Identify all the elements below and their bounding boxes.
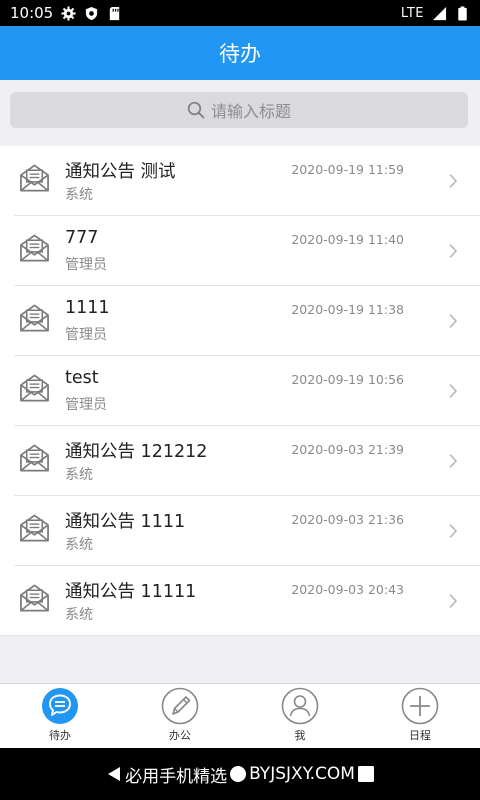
item-title: 通知公告 11111	[65, 582, 197, 602]
chevron-right-icon	[449, 173, 458, 189]
item-sender: 系统	[65, 607, 93, 623]
status-time: 10:05	[10, 4, 54, 22]
chevron-right-icon	[449, 453, 458, 469]
shield-icon	[86, 6, 98, 20]
item-title: test	[65, 368, 99, 388]
search-input[interactable]: 请输入标题	[10, 92, 468, 128]
item-sender: 系统	[65, 537, 93, 553]
watermark-text: 必用手机精选	[125, 766, 228, 787]
chevron-right-icon	[449, 313, 458, 329]
envelope-icon	[20, 374, 49, 402]
item-date: 2020-09-03 20:43	[291, 582, 404, 597]
plus-icon	[401, 687, 439, 725]
item-title: 通知公告 测试	[65, 162, 176, 182]
item-date: 2020-09-03 21:36	[291, 512, 404, 527]
search-icon	[187, 101, 205, 119]
tab-office[interactable]: 办公	[120, 684, 240, 748]
chevron-right-icon	[449, 523, 458, 539]
todo-list: 通知公告 测试 系统 2020-09-19 11:59 777 管理员 2020…	[0, 146, 480, 636]
envelope-icon	[20, 444, 49, 472]
list-item[interactable]: 通知公告 测试 系统 2020-09-19 11:59	[0, 146, 480, 216]
tab-schedule[interactable]: 日程	[360, 684, 480, 748]
item-title: 1111	[65, 298, 110, 318]
search-placeholder: 请输入标题	[210, 102, 291, 121]
item-date: 2020-09-19 11:40	[291, 232, 404, 247]
recents-icon[interactable]	[357, 765, 375, 783]
status-bar: 10:05 LTE	[0, 0, 480, 26]
list-item[interactable]: 通知公告 11111 系统 2020-09-03 20:43	[0, 566, 480, 636]
item-title: 通知公告 121212	[65, 442, 208, 462]
list-item[interactable]: 1111 管理员 2020-09-19 11:38	[0, 286, 480, 356]
envelope-icon	[20, 514, 49, 542]
list-item[interactable]: 通知公告 121212 系统 2020-09-03 21:39	[0, 426, 480, 496]
chevron-right-icon	[449, 243, 458, 259]
item-sender: 系统	[65, 467, 93, 483]
watermark-site: BYJSJXY.COM	[249, 764, 355, 784]
chevron-right-icon	[449, 383, 458, 399]
item-sender: 管理员	[65, 327, 107, 343]
back-icon[interactable]	[105, 765, 123, 783]
sdcard-icon	[110, 6, 120, 20]
item-date: 2020-09-19 11:38	[291, 302, 404, 317]
pencil-icon	[161, 687, 199, 725]
envelope-icon	[20, 304, 49, 332]
bottom-tab-bar: 待办 办公 我 日程	[0, 683, 480, 748]
list-item[interactable]: 通知公告 1111 系统 2020-09-03 21:36	[0, 496, 480, 566]
tab-label: 日程	[409, 729, 431, 742]
tab-me[interactable]: 我	[240, 684, 360, 748]
item-date: 2020-09-19 11:59	[291, 162, 404, 177]
item-sender: 系统	[65, 187, 93, 203]
list-item[interactable]: 777 管理员 2020-09-19 11:40	[0, 216, 480, 286]
tab-label: 办公	[169, 729, 191, 742]
tab-label: 待办	[49, 729, 71, 742]
envelope-icon	[20, 584, 49, 612]
item-title: 通知公告 1111	[65, 512, 186, 532]
item-title: 777	[65, 228, 99, 248]
signal-icon	[432, 6, 447, 20]
system-nav-bar: 必用手机精选 BYJSJXY.COM	[0, 748, 480, 800]
network-type: LTE	[400, 5, 424, 21]
item-sender: 管理员	[65, 257, 107, 273]
chevron-right-icon	[449, 593, 458, 609]
tab-todo[interactable]: 待办	[0, 684, 120, 748]
tab-label: 我	[294, 729, 306, 742]
item-sender: 管理员	[65, 397, 107, 413]
row-divider	[0, 635, 480, 636]
item-date: 2020-09-03 21:39	[291, 442, 404, 457]
gear-icon	[61, 5, 76, 21]
chat-bubble-icon	[42, 688, 78, 724]
search-area: 请输入标题	[0, 80, 480, 146]
envelope-icon	[20, 164, 49, 192]
list-item[interactable]: test 管理员 2020-09-19 10:56	[0, 356, 480, 426]
item-date: 2020-09-19 10:56	[291, 372, 404, 387]
page-title: 待办	[219, 42, 261, 66]
home-icon[interactable]	[229, 765, 247, 783]
battery-icon	[458, 5, 467, 21]
title-bar: 待办	[0, 26, 480, 80]
user-icon	[281, 687, 319, 725]
envelope-icon	[20, 234, 49, 262]
